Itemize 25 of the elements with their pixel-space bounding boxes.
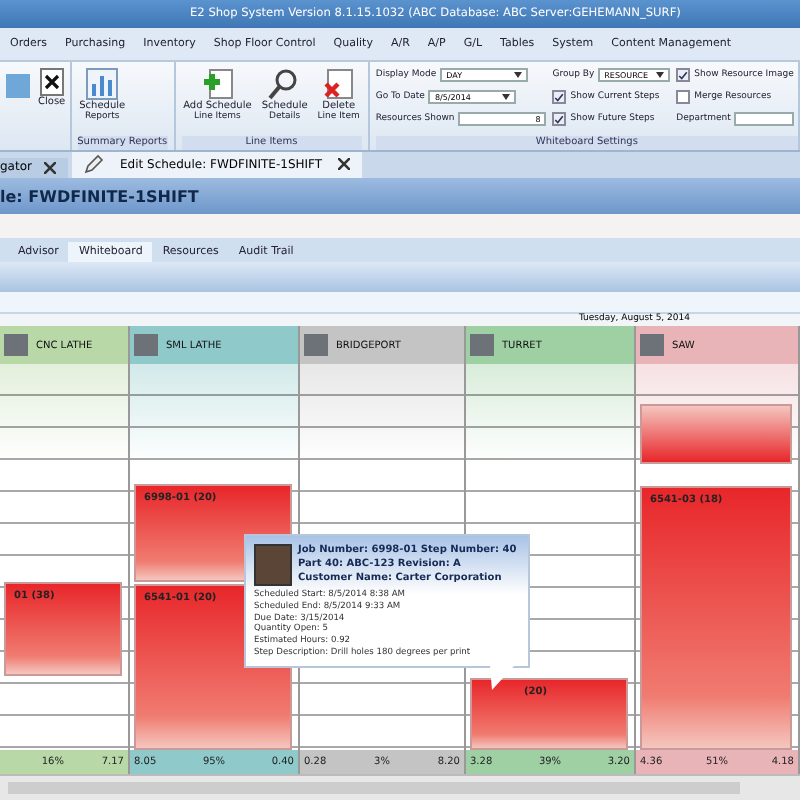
- checkbox[interactable]: [676, 90, 691, 104]
- magnifier-icon: [268, 68, 301, 100]
- delete-document-icon: [322, 68, 355, 100]
- close-document-icon: [39, 68, 64, 96]
- department-field[interactable]: [734, 112, 795, 126]
- close-icon: [338, 158, 351, 170]
- caret-icon: [514, 72, 523, 78]
- caret-icon: [502, 94, 511, 100]
- photo-placeholder: [470, 334, 494, 356]
- scrollbar-thumb[interactable]: [8, 782, 740, 794]
- add-document-icon: [201, 68, 234, 100]
- close-icon: [44, 161, 56, 173]
- photo-placeholder: [134, 334, 158, 356]
- tooltip-pointer: [490, 665, 514, 690]
- checkbox[interactable]: [552, 90, 567, 104]
- job-block[interactable]: [640, 404, 792, 464]
- bar-chart-icon: [86, 68, 119, 100]
- photo-placeholder: [254, 544, 292, 586]
- photo-placeholder: [304, 334, 328, 356]
- checkbox[interactable]: [676, 68, 691, 82]
- photo-placeholder: [640, 334, 664, 356]
- caret-icon: [656, 72, 665, 78]
- schedule-title: le: FWDFINITE-1SHIFT: [0, 187, 199, 205]
- checkbox[interactable]: [552, 112, 567, 126]
- photo-placeholder: [4, 334, 28, 356]
